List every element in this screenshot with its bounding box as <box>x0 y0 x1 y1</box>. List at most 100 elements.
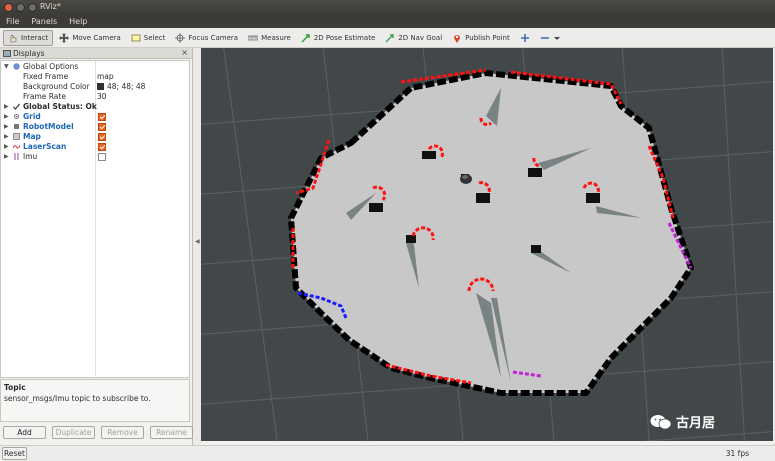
tree-row-frame-rate[interactable]: Frame Rate 30 <box>1 92 189 102</box>
robot-model-icon <box>13 123 20 130</box>
rename-button[interactable]: Rename <box>150 426 193 439</box>
tree-row-imu[interactable]: ▶ Imu <box>1 152 189 162</box>
tree-row-global-status[interactable]: ▶ Global Status: Ok <box>1 102 189 112</box>
imu-checkbox[interactable] <box>98 153 106 161</box>
map-label: Map <box>23 132 41 141</box>
measure-icon <box>247 33 259 43</box>
grid-label: Grid <box>23 112 41 121</box>
remove-tool-button[interactable] <box>536 30 567 46</box>
tree-row-robotmodel[interactable]: ▶ RobotModel <box>1 122 189 132</box>
move-camera-label: Move Camera <box>72 33 121 42</box>
panel-splitter[interactable]: ◀ <box>193 48 201 445</box>
tree-row-background-color[interactable]: Background Color 48; 48; 48 <box>1 82 189 92</box>
pose-estimate-tool-button[interactable]: 2D Pose Estimate <box>297 30 379 46</box>
background-color-label: Background Color <box>23 82 90 91</box>
robotmodel-checkbox[interactable] <box>98 123 106 131</box>
measure-label: Measure <box>261 33 291 42</box>
background-color-value[interactable]: 48; 48; 48 <box>97 82 145 91</box>
select-label: Select <box>143 33 166 42</box>
nav-goal-tool-button[interactable]: 2D Nav Goal <box>381 30 446 46</box>
map-scene <box>201 48 773 441</box>
frame-rate-value[interactable]: 30 <box>97 92 107 101</box>
map-icon <box>13 133 20 140</box>
robot-model <box>460 174 472 184</box>
pose-estimate-icon <box>301 33 311 43</box>
global-options-label: Global Options <box>23 62 79 71</box>
title-bar: RViz* <box>0 0 775 15</box>
fixed-frame-value[interactable]: map <box>97 72 114 81</box>
reset-button[interactable]: Reset <box>2 447 27 460</box>
interact-label: Interact <box>21 33 49 42</box>
expand-arrow-icon[interactable]: ▶ <box>4 133 9 140</box>
publish-point-tool-button[interactable]: Publish Point <box>448 30 514 46</box>
expand-arrow-icon[interactable]: ▶ <box>4 103 9 110</box>
plus-icon <box>520 33 530 43</box>
render-viewport[interactable] <box>201 48 773 441</box>
global-status-label: Global Status: Ok <box>23 102 97 111</box>
interact-icon <box>8 33 18 43</box>
fps-readout: 31 fps <box>725 449 749 458</box>
tree-row-grid[interactable]: ▶ Grid <box>1 112 189 122</box>
menu-file[interactable]: File <box>0 15 25 28</box>
map-checkbox[interactable] <box>98 133 106 141</box>
select-icon <box>131 33 141 43</box>
description-title: Topic <box>4 383 26 392</box>
pose-estimate-label: 2D Pose Estimate <box>313 33 376 42</box>
expand-arrow-icon[interactable]: ▶ <box>4 113 9 120</box>
chevron-down-icon <box>553 33 563 43</box>
menu-panels[interactable]: Panels <box>25 15 63 28</box>
toolbar: Interact Move Camera Select Focus Camera… <box>0 28 775 48</box>
displays-panel: Displays × ▼ Global Options Fixed Frame … <box>0 48 193 445</box>
grid-checkbox[interactable] <box>98 113 106 121</box>
tree-row-global-options[interactable]: ▼ Global Options <box>1 62 189 72</box>
remove-button[interactable]: Remove <box>101 426 144 439</box>
laserscan-checkbox[interactable] <box>98 143 106 151</box>
move-camera-tool-button[interactable]: Move Camera <box>55 30 124 46</box>
displays-tree: ▼ Global Options Fixed Frame map Backgro… <box>0 60 190 379</box>
close-window-button[interactable] <box>4 3 13 12</box>
expand-arrow-icon[interactable]: ▶ <box>4 153 9 160</box>
nav-goal-label: 2D Nav Goal <box>398 33 443 42</box>
status-bar: Reset 31 fps <box>0 445 775 461</box>
monitor-icon <box>3 50 11 57</box>
background-color-text: 48; 48; 48 <box>107 82 146 91</box>
collapse-arrow-icon[interactable]: ▼ <box>4 63 9 70</box>
nav-goal-icon <box>385 33 395 43</box>
wechat-icon <box>650 414 672 430</box>
frame-rate-label: Frame Rate <box>23 92 66 101</box>
maximize-window-button[interactable] <box>28 3 37 12</box>
window-title: RViz* <box>40 2 61 11</box>
grid-icon <box>13 113 20 120</box>
displays-button-row: Add Duplicate Remove Rename <box>3 426 193 439</box>
minimize-window-button[interactable] <box>16 3 25 12</box>
interact-tool-button[interactable]: Interact <box>3 29 54 46</box>
watermark-text: 古月居 <box>676 416 716 431</box>
add-tool-button[interactable] <box>516 30 534 46</box>
menu-help[interactable]: Help <box>63 15 93 28</box>
description-text: sensor_msgs/Imu topic to subscribe to. <box>4 394 151 403</box>
checkmark-icon <box>13 103 20 110</box>
occupancy-map <box>288 70 694 396</box>
move-camera-icon <box>59 32 70 43</box>
tree-row-fixed-frame[interactable]: Fixed Frame map <box>1 72 189 82</box>
laserscan-label: LaserScan <box>23 142 67 151</box>
minus-icon <box>540 33 550 43</box>
tree-row-map[interactable]: ▶ Map <box>1 132 189 142</box>
expand-arrow-icon[interactable]: ▶ <box>4 123 9 130</box>
focus-camera-tool-button[interactable]: Focus Camera <box>171 30 242 46</box>
close-panel-icon[interactable]: × <box>181 48 188 57</box>
add-button[interactable]: Add <box>3 426 46 439</box>
publish-point-label: Publish Point <box>465 33 510 42</box>
tree-row-laserscan[interactable]: ▶ LaserScan <box>1 142 189 152</box>
publish-point-icon <box>452 33 462 43</box>
focus-camera-icon <box>175 32 186 43</box>
measure-tool-button[interactable]: Measure <box>244 30 295 46</box>
globe-icon <box>13 63 20 70</box>
menu-bar: File Panels Help <box>0 15 775 28</box>
select-tool-button[interactable]: Select <box>127 30 170 46</box>
laserscan-icon <box>12 143 21 150</box>
duplicate-button[interactable]: Duplicate <box>52 426 95 439</box>
expand-arrow-icon[interactable]: ▶ <box>4 143 9 150</box>
imu-icon <box>13 153 20 160</box>
watermark: 古月居 <box>650 412 715 431</box>
